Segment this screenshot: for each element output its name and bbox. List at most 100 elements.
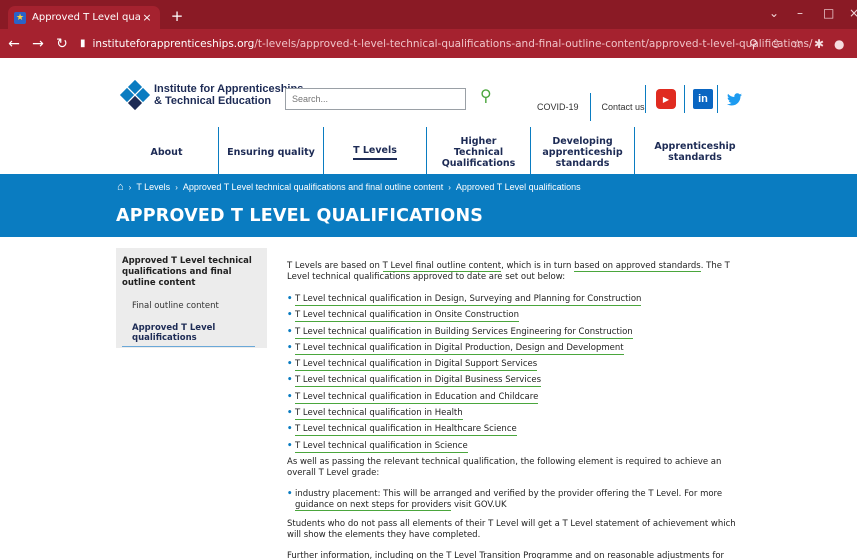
- chevron-right-icon: ›: [175, 182, 178, 192]
- address-bar[interactable]: ▮ instituteforapprenticeships.org/t-leve…: [80, 33, 820, 54]
- intro-text: T Levels are based on: [287, 261, 383, 271]
- nav-item-higher-technical-qualifications[interactable]: Higher Technical Qualifications: [426, 127, 530, 177]
- forward-icon[interactable]: →: [28, 36, 48, 52]
- breadcrumb-current: Approved T Level qualifications: [455, 182, 581, 192]
- list-item: • T Level technical qualification in Educ…: [287, 392, 747, 408]
- sidebar-heading[interactable]: Approved T Level technical qualification…: [122, 256, 261, 289]
- logo-mark-icon: [119, 79, 151, 111]
- web-page: Institute for Apprenticeships & Technica…: [0, 58, 857, 559]
- qualification-link[interactable]: T Level technical qualification in Educa…: [295, 392, 539, 404]
- final-outline-content-link[interactable]: T Level final outline content: [382, 261, 502, 272]
- nav-label: Apprenticeship standards: [654, 141, 736, 163]
- extensions-icon[interactable]: ✱: [814, 37, 824, 51]
- nav-item-about[interactable]: About: [115, 127, 218, 177]
- breadcrumb-link[interactable]: T Levels: [136, 182, 170, 192]
- logo-line-2: & Technical Education: [154, 95, 272, 107]
- tab-strip: ★ Approved T Level qualifications | Ins …: [0, 0, 857, 29]
- site-favicon-icon: ★: [14, 11, 26, 24]
- list-item: • T Level technical qualification in Heal…: [287, 408, 747, 424]
- divider: [717, 85, 718, 113]
- bullet-icon: •: [287, 326, 293, 337]
- transition-programme-link[interactable]: T Level Transition Programme: [446, 550, 573, 559]
- chevron-right-icon: ›: [128, 182, 132, 192]
- reload-icon[interactable]: ↻: [52, 36, 72, 52]
- lock-icon[interactable]: ▮: [80, 38, 86, 49]
- url-text[interactable]: instituteforapprenticeships.org/t-levels…: [93, 38, 813, 50]
- logo-text: Institute for Apprenticeships & Technica…: [154, 83, 303, 107]
- bullet-icon: •: [287, 440, 293, 451]
- home-icon[interactable]: ⌂: [117, 181, 124, 193]
- sidebar-item-final-outline-content[interactable]: Final outline content: [122, 301, 261, 311]
- nav-label: Higher Technical Qualifications: [441, 135, 516, 169]
- intro-paragraph: T Levels are based on T Level final outl…: [287, 261, 747, 283]
- divider: [645, 85, 646, 113]
- nav-item-apprenticeship-standards[interactable]: Apprenticeship standards: [634, 127, 755, 177]
- breadcrumb: ⌂ › T Levels › Approved T Level technica…: [117, 181, 581, 193]
- nav-label: About: [150, 146, 183, 158]
- nav-item-t-levels[interactable]: T Levels: [323, 127, 426, 177]
- site-header: Institute for Apprenticeships & Technica…: [0, 58, 857, 121]
- bullet-icon: •: [287, 375, 293, 386]
- top-links: COVID-19 Contact us: [537, 93, 645, 121]
- intro-text: , which is in turn: [501, 261, 575, 271]
- site-logo[interactable]: Institute for Apprenticeships & Technica…: [119, 79, 303, 111]
- bullet-icon: •: [287, 408, 293, 419]
- sidebar-item-approved-t-level-qualifications[interactable]: Approved T Level qualifications: [122, 323, 255, 347]
- guidance-link[interactable]: guidance on next steps for providers: [295, 499, 452, 511]
- maximize-icon[interactable]: □: [823, 6, 834, 20]
- qualification-link[interactable]: T Level technical qualification in Onsit…: [295, 310, 519, 323]
- list-item: • T Level technical qualification in Desi…: [287, 294, 747, 310]
- qualification-link[interactable]: T Level technical qualification in Healt…: [295, 424, 517, 437]
- share-icon[interactable]: ⇪: [771, 37, 781, 51]
- qualification-link[interactable]: T Level technical qualification in Scien…: [295, 441, 468, 453]
- sidebar: Approved T Level technical qualification…: [116, 248, 267, 348]
- breadcrumb-link[interactable]: Approved T Level technical qualification…: [183, 182, 443, 192]
- qualification-link[interactable]: T Level technical qualification in Desig…: [295, 294, 642, 306]
- divider: [589, 93, 591, 121]
- contact-us-link[interactable]: Contact us: [602, 102, 645, 112]
- further-info-paragraph: Further information, including on the T …: [287, 550, 747, 559]
- nav-item-developing-apprenticeship-standards[interactable]: Developing apprenticeship standards: [530, 127, 634, 177]
- search-icon[interactable]: ⚲: [480, 86, 492, 105]
- logo-line-1: Institute for Apprenticeships: [154, 83, 304, 95]
- nav-label: T Levels: [353, 145, 397, 160]
- minimize-icon[interactable]: –: [797, 6, 803, 20]
- list-item: • T Level technical qualification in Digi…: [287, 359, 747, 375]
- further-info-text: Further information, including on the: [287, 550, 447, 559]
- qualification-link[interactable]: T Level technical qualification in Build…: [295, 327, 633, 339]
- tab-search-icon[interactable]: ⌄: [769, 6, 779, 20]
- approved-standards-link[interactable]: based on approved standards: [574, 261, 701, 272]
- qualification-link[interactable]: T Level technical qualification in Digit…: [295, 359, 538, 372]
- bullet-icon: •: [287, 310, 293, 321]
- covid-link[interactable]: COVID-19: [537, 102, 579, 112]
- bullet-icon: •: [287, 294, 293, 304]
- url-domain: instituteforapprenticeships.org: [92, 37, 255, 50]
- browser-tab[interactable]: ★ Approved T Level qualifications | Ins …: [8, 6, 160, 29]
- placement-outro: visit GOV.UK: [451, 499, 507, 510]
- back-icon[interactable]: ←: [4, 36, 24, 52]
- nav-label: Developing apprenticeship standards: [542, 135, 623, 169]
- qualification-list: • T Level technical qualification in Desi…: [287, 294, 747, 457]
- main-nav: About Ensuring quality T Levels Higher T…: [115, 127, 755, 177]
- profile-icon[interactable]: ●: [834, 37, 844, 51]
- tab-title: Approved T Level qualifications | Ins: [32, 12, 140, 23]
- chevron-right-icon: ›: [448, 182, 451, 192]
- twitter-icon[interactable]: [724, 89, 744, 109]
- youtube-icon[interactable]: ▶: [656, 89, 676, 109]
- qualification-link[interactable]: T Level technical qualification in Digit…: [295, 343, 624, 355]
- window-close-icon[interactable]: ×: [849, 6, 857, 20]
- search-input[interactable]: [285, 88, 466, 110]
- qualification-link[interactable]: T Level technical qualification in Healt…: [295, 408, 463, 421]
- linkedin-icon[interactable]: in: [693, 89, 713, 109]
- bookmark-star-icon[interactable]: ☆: [792, 37, 803, 51]
- zoom-icon[interactable]: ⚲: [749, 37, 758, 51]
- new-tab-button[interactable]: +: [168, 7, 186, 25]
- list-item: • T Level technical qualification in Digi…: [287, 343, 747, 359]
- list-item: • industry placement: This will be arran…: [287, 489, 747, 511]
- page-header-band: ⌂ › T Levels › Approved T Level technica…: [0, 174, 857, 237]
- qualification-link[interactable]: T Level technical qualification in Digit…: [295, 375, 542, 388]
- page-title: APPROVED T LEVEL QUALIFICATIONS: [116, 206, 484, 226]
- tab-close-icon[interactable]: ×: [140, 11, 154, 24]
- bullet-icon: •: [287, 391, 293, 402]
- nav-item-ensuring-quality[interactable]: Ensuring quality: [218, 127, 323, 177]
